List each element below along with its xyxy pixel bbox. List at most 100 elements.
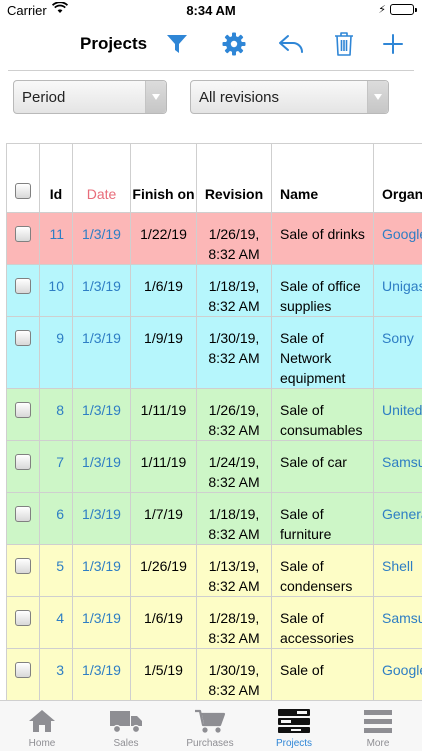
cell-organization[interactable]: Google xyxy=(374,213,422,265)
column-header-finish[interactable]: Finish on xyxy=(131,144,197,213)
row-checkbox[interactable] xyxy=(15,454,31,470)
column-header-date[interactable]: Date xyxy=(73,144,131,213)
cell-name: Sale of Network equipment xyxy=(272,317,374,389)
cell-organization[interactable]: Sony xyxy=(374,317,422,389)
tab-bar: Home Sales Purchases Projects More xyxy=(0,700,422,751)
column-header-revision[interactable]: Revision xyxy=(197,144,272,213)
cell-finish: 1/11/19 xyxy=(131,441,197,493)
tab-more[interactable]: More xyxy=(336,701,420,751)
cell-organization[interactable]: United xyxy=(374,389,422,441)
nav-divider xyxy=(8,70,414,71)
row-select-cell xyxy=(7,317,40,389)
cell-revision: 1/13/19, 8:32 AM xyxy=(197,545,272,597)
row-select-cell xyxy=(7,545,40,597)
undo-button[interactable] xyxy=(277,30,305,58)
cell-organization[interactable]: Samsu xyxy=(374,597,422,649)
gear-icon xyxy=(222,32,246,56)
select-all-cell xyxy=(7,144,40,213)
nav-bar: Projects xyxy=(0,22,422,66)
add-button[interactable] xyxy=(379,30,407,58)
cell-date[interactable]: 1/3/19 xyxy=(73,265,131,317)
period-select[interactable]: Period xyxy=(13,80,167,114)
cell-date[interactable]: 1/3/19 xyxy=(73,545,131,597)
table-header-row: Id Date Finish on Revision Name Organ xyxy=(7,144,422,213)
table-row[interactable]: 8 1/3/19 1/11/19 1/26/19, 8:32 AM Sale o… xyxy=(7,389,422,441)
delete-button[interactable] xyxy=(330,30,358,58)
row-checkbox[interactable] xyxy=(15,506,31,522)
table-row[interactable]: 4 1/3/19 1/6/19 1/28/19, 8:32 AM Sale of… xyxy=(7,597,422,649)
row-select-cell xyxy=(7,649,40,701)
tab-label: Home xyxy=(0,738,84,749)
cell-revision: 1/30/19, 8:32 AM xyxy=(197,317,272,389)
cell-date[interactable]: 1/3/19 xyxy=(73,597,131,649)
row-checkbox[interactable] xyxy=(15,610,31,626)
row-checkbox[interactable] xyxy=(15,662,31,678)
plus-icon xyxy=(382,33,404,55)
cell-id: 5 xyxy=(40,545,73,597)
select-all-checkbox[interactable] xyxy=(15,183,31,199)
cell-finish: 1/22/19 xyxy=(131,213,197,265)
row-checkbox[interactable] xyxy=(15,402,31,418)
row-checkbox[interactable] xyxy=(15,558,31,574)
cell-finish: 1/5/19 xyxy=(131,649,197,701)
cell-organization[interactable]: General motors xyxy=(374,493,422,545)
cell-name: Sale of xyxy=(272,649,374,701)
table-row[interactable]: 9 1/3/19 1/9/19 1/30/19, 8:32 AM Sale of… xyxy=(7,317,422,389)
cell-id: 10 xyxy=(40,265,73,317)
cell-finish: 1/6/19 xyxy=(131,265,197,317)
battery-icon xyxy=(390,4,414,15)
cell-organization[interactable]: Shell xyxy=(374,545,422,597)
cell-organization[interactable]: Google xyxy=(374,649,422,701)
table-row[interactable]: 7 1/3/19 1/11/19 1/24/19, 8:32 AM Sale o… xyxy=(7,441,422,493)
column-header-organization[interactable]: Organ xyxy=(374,144,422,213)
cell-id: 9 xyxy=(40,317,73,389)
projects-table: Id Date Finish on Revision Name Organ 11… xyxy=(6,143,422,700)
cell-revision: 1/24/19, 8:32 AM xyxy=(197,441,272,493)
cell-finish: 1/9/19 xyxy=(131,317,197,389)
filter-button[interactable] xyxy=(163,30,191,58)
table-row[interactable]: 3 1/3/19 1/5/19 1/30/19, 8:32 AM Sale of… xyxy=(7,649,422,701)
cell-organization[interactable]: Unigas xyxy=(374,265,422,317)
chevron-down-icon xyxy=(145,81,166,113)
clock: 8:34 AM xyxy=(0,3,422,18)
settings-button[interactable] xyxy=(220,30,248,58)
table-row[interactable]: 5 1/3/19 1/26/19 1/13/19, 8:32 AM Sale o… xyxy=(7,545,422,597)
row-select-cell xyxy=(7,213,40,265)
row-checkbox[interactable] xyxy=(15,278,31,294)
cell-finish: 1/7/19 xyxy=(131,493,197,545)
cell-revision: 1/30/19, 8:32 AM xyxy=(197,649,272,701)
tab-home[interactable]: Home xyxy=(0,701,84,751)
cell-revision: 1/26/19, 8:32 AM xyxy=(197,213,272,265)
cell-date[interactable]: 1/3/19 xyxy=(73,213,131,265)
revisions-select-value: All revisions xyxy=(199,89,279,106)
column-header-id[interactable]: Id xyxy=(40,144,73,213)
cell-date[interactable]: 1/3/19 xyxy=(73,389,131,441)
cell-revision: 1/18/19, 8:32 AM xyxy=(197,265,272,317)
trash-icon xyxy=(333,31,355,57)
cart-icon xyxy=(168,707,252,735)
cell-date[interactable]: 1/3/19 xyxy=(73,493,131,545)
row-checkbox[interactable] xyxy=(15,330,31,346)
table-row[interactable]: 11 1/3/19 1/22/19 1/26/19, 8:32 AM Sale … xyxy=(7,213,422,265)
row-select-cell xyxy=(7,389,40,441)
tab-purchases[interactable]: Purchases xyxy=(168,701,252,751)
status-bar: Carrier 8:34 AM ⚡ xyxy=(0,0,422,22)
cell-name: Sale of consumables xyxy=(272,389,374,441)
tab-sales[interactable]: Sales xyxy=(84,701,168,751)
cell-id: 8 xyxy=(40,389,73,441)
table-row[interactable]: 10 1/3/19 1/6/19 1/18/19, 8:32 AM Sale o… xyxy=(7,265,422,317)
table-row[interactable]: 6 1/3/19 1/7/19 1/18/19, 8:32 AM Sale of… xyxy=(7,493,422,545)
cell-date[interactable]: 1/3/19 xyxy=(73,317,131,389)
cell-organization[interactable]: Samsu xyxy=(374,441,422,493)
cell-name: Sale of furniture xyxy=(272,493,374,545)
column-header-name[interactable]: Name xyxy=(272,144,374,213)
cell-date[interactable]: 1/3/19 xyxy=(73,649,131,701)
revisions-select[interactable]: All revisions xyxy=(190,80,389,114)
undo-icon xyxy=(277,33,305,55)
tab-projects[interactable]: Projects xyxy=(252,701,336,751)
cell-date[interactable]: 1/3/19 xyxy=(73,441,131,493)
menu-icon xyxy=(336,707,420,735)
row-checkbox[interactable] xyxy=(15,226,31,242)
cell-name: Sale of accessories xyxy=(272,597,374,649)
filter-icon xyxy=(166,33,188,55)
